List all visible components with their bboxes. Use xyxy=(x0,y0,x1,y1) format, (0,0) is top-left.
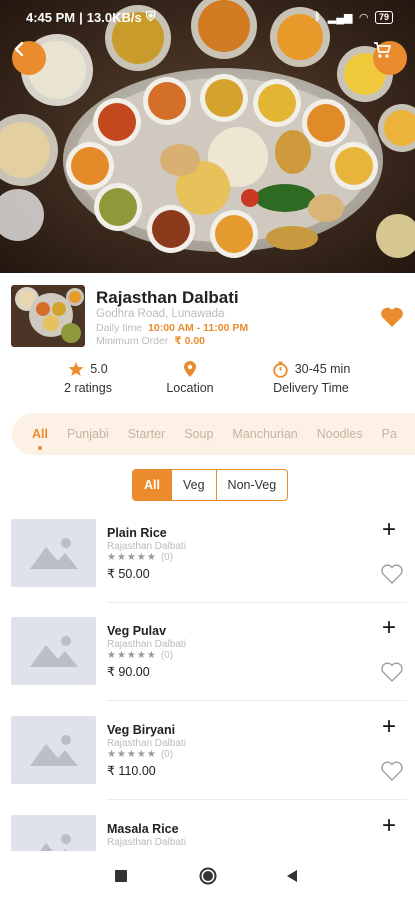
item-name: Masala Rice xyxy=(107,822,179,836)
item-rating: ★★★★★ (0) xyxy=(107,650,173,661)
filter-veg[interactable]: Veg xyxy=(170,470,216,500)
bluetooth-icon: ᛒ xyxy=(314,11,321,23)
delivery-time-label: Delivery Time xyxy=(273,381,349,395)
veg-filter: All Veg Non-Veg xyxy=(132,469,289,501)
min-order-value: ₹ 0.00 xyxy=(174,335,206,347)
status-separator: | xyxy=(79,9,83,25)
filter-all[interactable]: All xyxy=(133,470,171,500)
location-label: Location xyxy=(166,381,214,395)
delivery-time-stat: 30-45 min Delivery Time xyxy=(266,360,356,395)
item-price: ₹ 110.00 xyxy=(107,764,156,778)
item-name: Veg Pulav xyxy=(107,624,167,638)
heart-filled-icon xyxy=(381,307,403,327)
divider xyxy=(107,799,407,800)
item-image-placeholder xyxy=(11,617,96,685)
tab-all[interactable]: All xyxy=(32,427,48,450)
location-stat[interactable]: Location xyxy=(160,360,220,395)
restaurant-name: Rajasthan Dalbati xyxy=(96,288,239,307)
list-item[interactable]: Veg Pulav Rajasthan Dalbati ★★★★★ (0) ₹ 9… xyxy=(0,613,415,711)
thali-photo xyxy=(0,0,415,273)
delivery-time-value: 30-45 min xyxy=(294,362,351,376)
daily-time-value: 10:00 AM - 11:00 PM xyxy=(148,322,249,334)
star-icon xyxy=(68,362,84,376)
add-button[interactable]: + xyxy=(382,715,396,739)
wifi-icon: ◠ xyxy=(359,11,368,24)
back-button[interactable] xyxy=(12,41,46,75)
circle-icon xyxy=(199,867,217,884)
add-button[interactable]: + xyxy=(382,814,396,838)
rating-stars: ★★★★★ xyxy=(107,650,157,661)
favorite-button[interactable] xyxy=(380,306,404,333)
status-speed: 13.0KB/s xyxy=(86,9,142,25)
image-placeholder-icon xyxy=(29,538,78,569)
list-item[interactable]: Veg Biryani Rajasthan Dalbati ★★★★★ (0) ₹… xyxy=(0,712,415,810)
item-price: ₹ 90.00 xyxy=(107,665,150,679)
status-time: 4:45 PM xyxy=(26,9,76,25)
daily-time-label: Daily time xyxy=(96,322,143,334)
location-pin-icon xyxy=(184,360,196,377)
shield-icon: ⛨ xyxy=(145,9,156,24)
item-restaurant: Rajasthan Dalbati xyxy=(107,541,186,552)
heart-outline-icon xyxy=(381,761,403,781)
heart-outline-icon xyxy=(381,564,403,584)
tab-manchurian[interactable]: Manchurian xyxy=(232,427,297,441)
favorite-item-button[interactable] xyxy=(380,563,404,590)
min-order-label: Minimum Order xyxy=(96,335,169,347)
divider xyxy=(107,602,407,603)
filter-non-veg[interactable]: Non-Veg xyxy=(215,470,288,500)
restaurant-thumbnail xyxy=(11,285,85,347)
home-button[interactable] xyxy=(188,851,228,900)
image-placeholder-icon xyxy=(29,735,78,766)
restaurant-hero-image: 4:45 PM | 13.0KB/s ⛨ ᛒ ▂▄▆ ◠ 79 xyxy=(0,0,415,273)
favorite-item-button[interactable] xyxy=(380,661,404,688)
min-order-row: Minimum Order ₹ 0.00 xyxy=(96,335,205,347)
status-bar: 4:45 PM | 13.0KB/s ⛨ ᛒ ▂▄▆ ◠ 79 xyxy=(0,0,415,34)
rating-stars: ★★★★★ xyxy=(107,749,157,760)
rating-stat: 5.0 2 ratings xyxy=(58,360,118,395)
tab-starter[interactable]: Starter xyxy=(128,427,166,441)
triangle-back-icon xyxy=(287,869,297,882)
item-price: ₹ 50.00 xyxy=(107,567,150,581)
square-icon xyxy=(115,869,127,882)
heart-outline-icon xyxy=(381,662,403,682)
restaurant-stats: 5.0 2 ratings Location 30-45 min Deliver… xyxy=(0,360,415,400)
add-button[interactable]: + xyxy=(382,616,396,640)
rating-stars: ★★★★★ xyxy=(107,552,157,563)
rating-count: (0) xyxy=(160,749,174,760)
tab-noodles[interactable]: Noodles xyxy=(317,427,363,441)
cart-button[interactable] xyxy=(373,41,407,75)
item-restaurant: Rajasthan Dalbati xyxy=(107,639,186,650)
signal-icon: ▂▄▆ xyxy=(327,11,353,24)
item-rating: ★★★★★ (0) xyxy=(107,749,173,760)
tab-punjabi[interactable]: Punjabi xyxy=(67,427,109,441)
cart-icon xyxy=(374,42,391,58)
timer-icon xyxy=(273,361,288,378)
item-restaurant: Rajasthan Dalbati xyxy=(107,837,186,848)
system-nav-bar xyxy=(0,851,415,900)
rating-count: (0) xyxy=(160,650,174,661)
restaurant-address: Godhra Road, Lunawada xyxy=(96,308,225,320)
item-rating: ★★★★★ (0) xyxy=(107,552,173,563)
item-image-placeholder xyxy=(11,519,96,587)
list-item[interactable]: Plain Rice Rajasthan Dalbati ★★★★★ (0) ₹ … xyxy=(0,515,415,613)
recents-button[interactable] xyxy=(101,851,141,900)
tab-soup[interactable]: Soup xyxy=(184,427,213,441)
add-button[interactable]: + xyxy=(382,518,396,542)
battery-icon: 79 xyxy=(374,10,393,24)
rating-count: 2 ratings xyxy=(64,381,112,395)
image-placeholder-icon xyxy=(29,636,78,667)
back-nav-button[interactable] xyxy=(272,851,312,900)
daily-time-row: Daily time 10:00 AM - 11:00 PM xyxy=(96,322,248,334)
tab-more[interactable]: Pa xyxy=(382,427,397,441)
favorite-item-button[interactable] xyxy=(380,760,404,787)
rating-count: (0) xyxy=(160,552,174,563)
rating-value: 5.0 xyxy=(90,362,108,376)
item-name: Plain Rice xyxy=(107,526,167,540)
item-restaurant: Rajasthan Dalbati xyxy=(107,738,186,749)
divider xyxy=(107,700,407,701)
item-image-placeholder xyxy=(11,716,96,784)
category-tabs: All Punjabi Starter Soup Manchurian Nood… xyxy=(12,413,415,455)
item-name: Veg Biryani xyxy=(107,723,176,737)
chevron-left-icon xyxy=(14,41,24,57)
